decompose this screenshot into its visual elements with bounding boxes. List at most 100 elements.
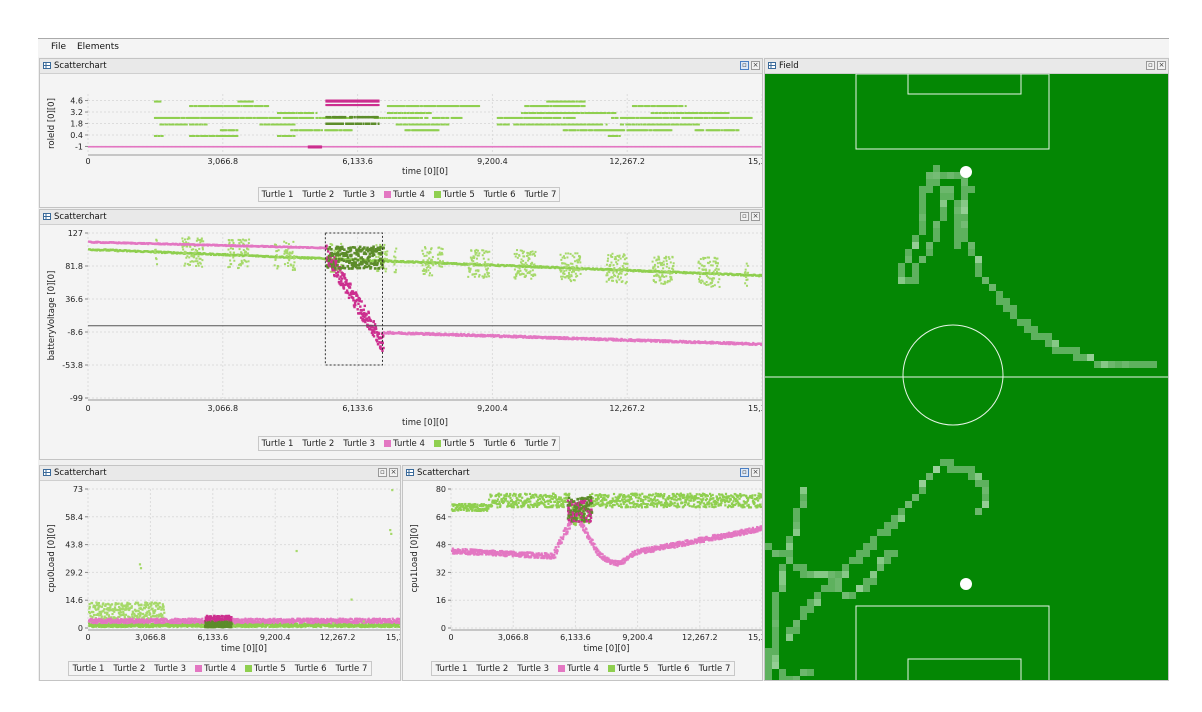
turtle5-point bbox=[198, 247, 201, 250]
turtle5-point bbox=[205, 123, 208, 126]
turtle5-point bbox=[664, 270, 667, 273]
turtle5-point bbox=[429, 251, 432, 254]
turtle5-point bbox=[579, 261, 582, 264]
legend-item[interactable]: Turtle 4 bbox=[384, 190, 425, 200]
close-button[interactable]: × bbox=[751, 61, 760, 70]
turtle5-highlight-point bbox=[342, 259, 346, 263]
turtle5-point bbox=[678, 116, 681, 119]
turtle4-point bbox=[320, 145, 323, 149]
turtle5-point bbox=[524, 261, 527, 264]
legend-item[interactable]: Turtle 7 bbox=[525, 190, 557, 200]
legend-item[interactable]: Turtle 6 bbox=[484, 190, 516, 200]
turtle5-point bbox=[665, 255, 668, 258]
turtle5-point bbox=[194, 260, 197, 263]
turtle5-point bbox=[606, 272, 609, 275]
turtle5-point bbox=[607, 254, 610, 257]
turtle5-highlight-point bbox=[330, 248, 333, 251]
turtle5-point bbox=[654, 268, 657, 271]
series-points bbox=[88, 236, 762, 352]
turtle5-point bbox=[296, 116, 299, 119]
turtle5-point bbox=[716, 257, 719, 260]
turtle4-highlight-point bbox=[363, 304, 366, 308]
turtle4-highlight-point bbox=[356, 308, 359, 311]
x-tick-label: 6,133.6 bbox=[342, 404, 373, 413]
turtle5-point bbox=[189, 263, 192, 266]
turtle5-point bbox=[192, 260, 195, 263]
turtle5-point bbox=[293, 255, 296, 258]
turtle5-highlight-point bbox=[362, 122, 365, 125]
menu-file[interactable]: File bbox=[51, 42, 66, 52]
turtle5-point bbox=[573, 100, 576, 103]
turtle5-point bbox=[161, 134, 164, 137]
close-button[interactable]: × bbox=[751, 212, 760, 221]
legend-label: Turtle 5 bbox=[442, 189, 475, 200]
turtle5-point bbox=[699, 258, 702, 261]
legend-item[interactable]: Turtle 5 bbox=[433, 189, 475, 200]
turtle5-point bbox=[201, 259, 204, 262]
turtle5-point bbox=[709, 260, 712, 263]
turtle4-highlight-point bbox=[377, 104, 380, 107]
turtle5-point bbox=[331, 243, 334, 246]
turtle5-highlight-point bbox=[363, 246, 366, 249]
turtle5-point bbox=[621, 265, 624, 268]
turtle5-point bbox=[615, 281, 618, 284]
turtle5-point bbox=[406, 123, 409, 126]
menu-elements[interactable]: Elements bbox=[77, 42, 119, 52]
turtle5-point bbox=[667, 256, 670, 259]
turtle5-point bbox=[293, 112, 296, 115]
turtle5-point bbox=[526, 112, 529, 115]
turtle5-point bbox=[663, 275, 666, 278]
turtle5-point bbox=[457, 105, 460, 108]
turtle4-highlight-point bbox=[369, 319, 373, 323]
turtle5-point bbox=[668, 257, 671, 260]
turtle5-point bbox=[237, 116, 240, 119]
turtle5-point bbox=[605, 280, 608, 283]
turtle5-point bbox=[283, 263, 286, 266]
turtle5-point bbox=[616, 134, 619, 137]
turtle5-point bbox=[713, 273, 716, 276]
turtle5-point bbox=[629, 123, 632, 126]
turtle5-point bbox=[423, 272, 426, 275]
turtle5-point bbox=[188, 237, 191, 240]
y-tick-label: 81.8 bbox=[65, 262, 83, 271]
legend-item[interactable]: Turtle 1 bbox=[262, 190, 294, 200]
turtle5-point bbox=[319, 116, 322, 119]
turtle5-point bbox=[521, 263, 524, 266]
turtle5-point bbox=[623, 129, 626, 132]
legend-item[interactable]: Turtle 2 bbox=[302, 190, 334, 200]
restore-button[interactable]: ▫ bbox=[740, 61, 749, 70]
turtle4-highlight-point bbox=[377, 99, 380, 103]
turtle5-point bbox=[261, 105, 264, 108]
turtle5-point bbox=[570, 275, 573, 278]
turtle5-point bbox=[717, 268, 720, 271]
turtle5-point bbox=[375, 255, 378, 258]
legend-item[interactable]: Turtle 3 bbox=[343, 190, 375, 200]
turtle5-highlight-point bbox=[373, 267, 377, 270]
turtle5-point bbox=[576, 252, 579, 255]
legend-swatch bbox=[384, 191, 392, 198]
y-tick-label: 36.6 bbox=[65, 295, 83, 304]
legend-swatch bbox=[433, 191, 441, 198]
turtle5-point bbox=[528, 272, 531, 275]
turtle5-point bbox=[412, 112, 415, 115]
turtle5-point bbox=[268, 123, 271, 126]
turtle5-point bbox=[658, 258, 661, 261]
turtle5-point bbox=[670, 278, 673, 281]
turtle5-point bbox=[572, 266, 575, 269]
turtle5-point bbox=[478, 252, 481, 255]
turtle5-point bbox=[530, 277, 533, 280]
turtle5-point bbox=[247, 242, 250, 245]
turtle5-point bbox=[394, 256, 397, 259]
turtle5-point bbox=[231, 239, 234, 242]
turtle5-point bbox=[531, 250, 534, 253]
turtle5-point bbox=[242, 116, 245, 119]
turtle5-point bbox=[667, 116, 670, 119]
turtle5-point bbox=[286, 249, 289, 252]
turtle4-highlight-point bbox=[379, 345, 382, 348]
turtle5-point bbox=[616, 116, 619, 119]
turtle5-point bbox=[507, 123, 510, 126]
turtle4-highlight-point bbox=[340, 277, 344, 280]
turtle5-point bbox=[718, 272, 721, 275]
turtle5-point bbox=[213, 134, 216, 137]
restore-button[interactable]: ▫ bbox=[740, 212, 749, 221]
